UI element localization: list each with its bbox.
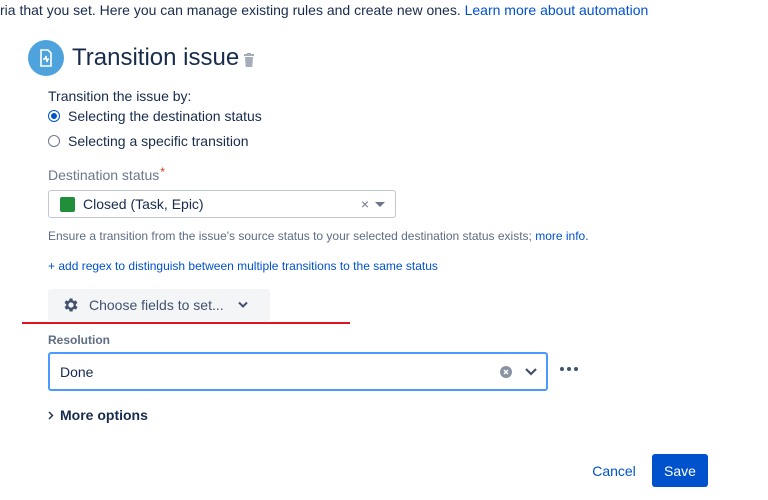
destination-hint: Ensure a transition from the issue's sou… <box>48 229 589 243</box>
choose-fields-label: Choose fields to set... <box>89 297 224 313</box>
clear-icon[interactable]: × <box>361 196 369 212</box>
status-color-swatch <box>60 196 75 212</box>
more-info-link[interactable]: more info. <box>535 229 588 243</box>
annotation-underline <box>22 322 350 324</box>
more-actions-icon[interactable] <box>558 363 580 375</box>
more-options-toggle[interactable]: More options <box>48 407 148 423</box>
trash-icon[interactable] <box>243 53 255 72</box>
chevron-down-icon[interactable] <box>524 367 538 377</box>
resolution-label: Resolution <box>48 333 110 347</box>
radio-button[interactable] <box>48 135 60 147</box>
destination-status-label: Destination status* <box>48 165 165 183</box>
resolution-select[interactable]: Done <box>48 352 548 391</box>
resolution-value: Done <box>60 363 94 380</box>
intro-description: ria that you set. Here you can manage ex… <box>0 2 465 18</box>
add-regex-link[interactable]: + add regex to distinguish between multi… <box>48 259 438 273</box>
caret-down-icon[interactable] <box>375 201 385 207</box>
gear-icon <box>62 296 80 314</box>
learn-more-link[interactable]: Learn more about automation <box>465 2 649 18</box>
required-mark: * <box>160 165 165 179</box>
radio-button-checked[interactable] <box>48 110 60 122</box>
chevron-down-icon <box>237 301 248 309</box>
intro-text: ria that you set. Here you can manage ex… <box>0 2 648 18</box>
destination-status-value: Closed (Task, Epic) <box>83 196 204 212</box>
radio-specific-transition[interactable]: Selecting a specific transition <box>48 132 249 150</box>
radio-label: Selecting the destination status <box>68 108 262 124</box>
transition-icon <box>28 40 64 76</box>
page-title: Transition issue <box>72 44 240 71</box>
choose-fields-button[interactable]: Choose fields to set... <box>48 289 270 321</box>
cancel-button[interactable]: Cancel <box>584 455 644 487</box>
clear-icon[interactable] <box>500 365 512 378</box>
save-button[interactable]: Save <box>652 454 708 487</box>
more-options-label: More options <box>60 407 148 423</box>
destination-status-select[interactable]: Closed (Task, Epic) × <box>48 190 396 218</box>
radio-destination-status[interactable]: Selecting the destination status <box>48 107 262 125</box>
chevron-right-icon <box>48 411 54 420</box>
transition-by-label: Transition the issue by: <box>48 88 192 104</box>
radio-label: Selecting a specific transition <box>68 133 249 149</box>
